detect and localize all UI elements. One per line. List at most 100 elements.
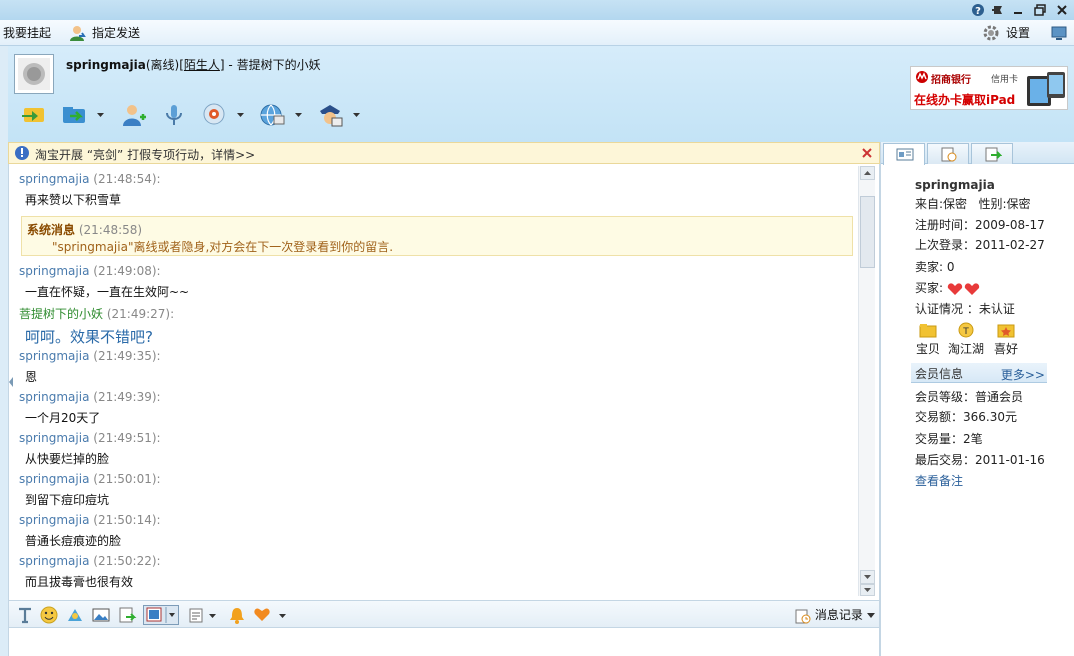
message-sender[interactable]: springmajia (19, 431, 89, 445)
message-sender[interactable]: springmajia (19, 349, 89, 363)
chat-message: springmajia (21:50:14): 普通长痘痕迹的脸 (19, 513, 161, 549)
profile-seller: 卖家: 0 (915, 260, 955, 274)
contact-header: springmajia(离线)[陌生人] - 菩提树下的小妖 招商银行 信用卡 … (8, 46, 1074, 142)
system-message-time: (21:48:58) (78, 223, 143, 237)
scroll-up-button[interactable] (860, 166, 875, 180)
message-text: 到留下痘印痘坑 (25, 493, 110, 507)
font-icon[interactable] (15, 605, 35, 625)
image-icon[interactable] (91, 605, 111, 625)
notice-text[interactable]: 淘宝开展 “亮剑” 打假专项行动，详情>> (35, 146, 255, 163)
scroll-thumb[interactable] (860, 196, 875, 268)
clock-doc-icon (941, 147, 957, 162)
tab-history[interactable] (927, 143, 969, 164)
history-icon (795, 609, 811, 623)
remote-assist-icon[interactable] (258, 102, 286, 128)
chat-message: springmajia (21:49:35): 恩 (19, 349, 161, 385)
message-sender[interactable]: 菩提树下的小妖 (19, 307, 103, 321)
tab-profile[interactable] (883, 143, 925, 165)
contact-name[interactable]: springmajia (66, 58, 146, 72)
gear-icon[interactable] (982, 24, 1000, 42)
window-titlebar: ? (0, 0, 1074, 20)
ipad-image (1027, 72, 1065, 106)
chevron-down-icon[interactable] (236, 112, 245, 118)
video-icon[interactable] (200, 102, 228, 128)
scroll-down-button[interactable] (860, 570, 875, 584)
chat-scrollbar[interactable] (858, 166, 875, 596)
profile-from-gender: 来自:保密 性别:保密 (915, 195, 1031, 212)
pin-icon[interactable] (990, 2, 1006, 18)
bank-logo-icon (916, 71, 928, 83)
collapse-left-icon[interactable] (8, 376, 14, 388)
message-text: 而且拔毒膏也很有效 (25, 575, 134, 589)
chat-message: springmajia (21:50:01): 到留下痘印痘坑 (19, 472, 161, 508)
profile-verification: 认证情况 ：未认证 (915, 302, 1015, 316)
edit-text-dropdown[interactable] (187, 605, 219, 625)
member-last-trade: 最后交易：2011-01-16 (915, 453, 1045, 467)
ad-bank-name: 招商银行 (931, 75, 971, 86)
message-input[interactable] (8, 628, 880, 656)
message-text: 再来赞以下积雪草 (25, 193, 122, 207)
member-amount: 交易额：366.30元 (915, 410, 1017, 424)
emoji-icon[interactable] (39, 605, 59, 625)
taojianghu-button[interactable]: T 淘江湖 (947, 322, 985, 357)
chevron-down-icon[interactable] (96, 112, 105, 118)
favorites-button[interactable]: 喜好 (991, 322, 1021, 357)
ad-card-label: 信用卡 (991, 75, 1019, 85)
member-level: 会员等级：普通会员 (915, 390, 1024, 404)
member-more-link[interactable]: 更多>> (1001, 366, 1045, 383)
bell-alert-icon[interactable] (227, 605, 247, 625)
message-sender[interactable]: springmajia (19, 472, 89, 486)
message-time: (21:49:51): (93, 431, 161, 445)
file-transfer-icon[interactable] (117, 605, 137, 625)
info-icon (15, 146, 29, 160)
contact-relation[interactable]: 陌生人 (184, 58, 220, 72)
chevron-down-icon[interactable] (294, 112, 303, 118)
profile-name: springmajia (915, 178, 995, 192)
transfer-icon (985, 147, 1002, 162)
message-sender[interactable]: springmajia (19, 554, 89, 568)
view-notes-link[interactable]: 查看备注 (915, 472, 963, 489)
bank-ad-banner[interactable]: 招商银行 信用卡 在线办卡赢取iPad (910, 66, 1068, 110)
hangup-button[interactable]: 我要挂起 (3, 24, 51, 42)
monitor-icon[interactable] (1050, 24, 1068, 42)
message-history-button[interactable]: 消息记录 (795, 606, 875, 624)
add-friend-icon[interactable] (120, 102, 148, 128)
send-file-icon[interactable] (20, 102, 48, 128)
svg-text:T: T (962, 327, 969, 337)
profile-buyer-label: 买家: (915, 281, 944, 295)
help-icon[interactable]: ? (970, 2, 986, 18)
tab-transfer[interactable] (971, 143, 1013, 164)
scroll-end-button[interactable] (860, 584, 875, 596)
settings-button[interactable]: 设置 (1006, 24, 1030, 42)
magic-emoji-icon[interactable] (65, 605, 85, 625)
notice-bar: 淘宝开展 “亮剑” 打假专项行动，详情>> (8, 142, 880, 164)
chevron-down-icon[interactable] (352, 112, 361, 118)
voice-icon[interactable] (160, 102, 188, 128)
favorites-label: 喜好 (993, 342, 1018, 356)
profile-from: 来自:保密 (915, 197, 968, 211)
minimize-icon[interactable] (1010, 2, 1026, 18)
assign-send-button[interactable]: 指定发送 (92, 24, 140, 42)
avatar[interactable] (14, 54, 54, 94)
message-text: 从快要烂掉的脸 (25, 452, 110, 466)
police-report-icon[interactable] (316, 102, 344, 128)
close-icon[interactable] (1054, 2, 1070, 18)
taojianghu-label: 淘江湖 (947, 342, 984, 356)
restore-icon[interactable] (1032, 2, 1048, 18)
contact-info: springmajia(离线)[陌生人] - 菩提树下的小妖 (66, 56, 321, 73)
shop-items-button[interactable]: 宝贝 (913, 322, 943, 357)
message-sender[interactable]: springmajia (19, 172, 89, 186)
chat-message: springmajia (21:48:54): 再来赞以下积雪草 (19, 172, 161, 208)
message-sender[interactable]: springmajia (19, 264, 89, 278)
folder-share-icon[interactable] (60, 102, 88, 128)
favorites-icon (997, 324, 1015, 338)
profile-card-icon (896, 148, 914, 161)
message-time: (21:50:14): (93, 513, 161, 527)
notice-close-icon[interactable] (861, 147, 873, 159)
heart-dropdown[interactable] (253, 605, 289, 625)
message-sender[interactable]: springmajia (19, 513, 89, 527)
screenshot-button[interactable] (143, 605, 179, 625)
message-sender[interactable]: springmajia (19, 390, 89, 404)
person-send-icon (68, 24, 86, 42)
message-text: 一直在怀疑，一直在生效阿~~ (25, 285, 190, 299)
